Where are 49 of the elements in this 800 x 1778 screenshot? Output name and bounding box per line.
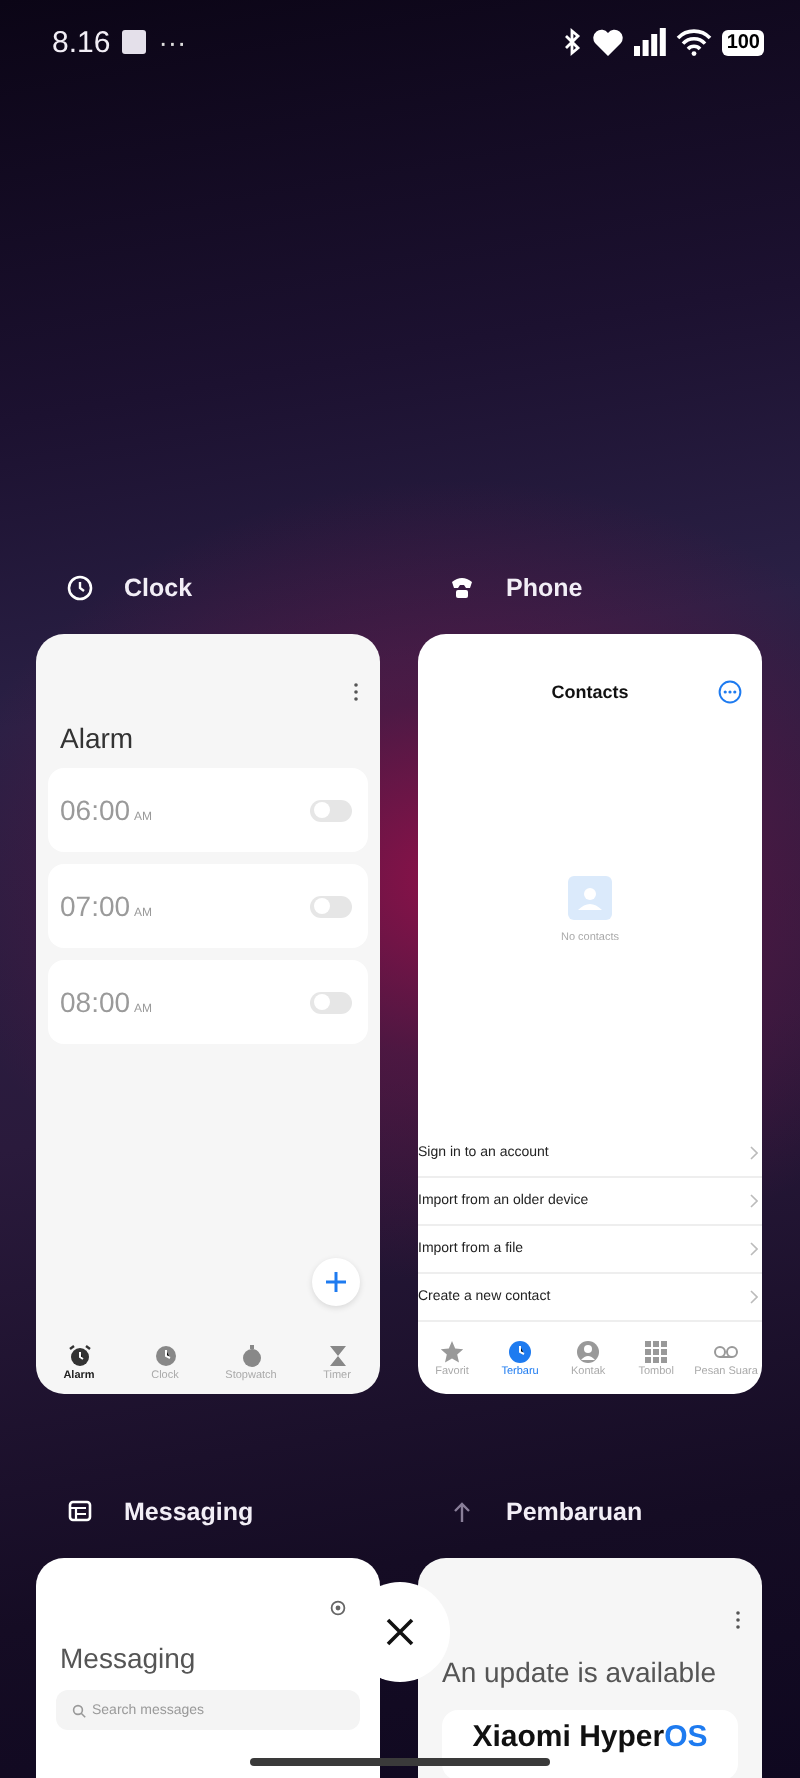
alarm-clock-icon [67,1343,91,1367]
clock-icon [153,1343,177,1367]
contact-card-icon [568,876,612,920]
chevron-right-icon [750,1146,758,1160]
heart-icon [592,28,625,56]
alarm-time: 06:00 [60,794,131,826]
more-options-icon [352,682,360,702]
toggle-switch[interactable] [310,799,352,821]
clock-time: 8.16 [52,25,111,59]
chevron-right-icon [750,1242,758,1256]
app-title: Phone [506,574,583,602]
brand-logo-text: Xiaomi HyperOS [472,1720,708,1756]
phone-app-icon [448,574,476,602]
search-icon [72,1703,86,1717]
stopwatch-icon [239,1343,263,1367]
hourglass-icon [325,1343,349,1367]
battery-level: 100 [722,29,764,55]
app-title: Pembaruan [506,1498,643,1526]
chevron-right-icon [750,1290,758,1304]
plus-icon [326,1272,346,1292]
more-options-icon [734,1610,742,1630]
app-title: Clock [124,574,193,602]
keypad-icon [644,1339,669,1363]
star-icon [440,1339,465,1363]
clock-icon [508,1339,533,1363]
screen-title: Contacts [551,682,629,702]
home-indicator[interactable] [250,1758,550,1766]
person-icon [576,1339,601,1363]
more-options-icon [718,680,742,704]
app-title: Messaging [124,1498,254,1526]
chat-icon [66,1498,94,1526]
more-notifications-text: ··· [158,26,187,58]
clock-icon [66,574,94,602]
add-button[interactable] [312,1258,360,1306]
settings-icon [330,1600,346,1616]
notification-square-icon [122,30,147,54]
screen-heading: Messaging [58,1640,198,1676]
chevron-right-icon [750,1194,758,1208]
screen-heading: An update is available [440,1654,718,1690]
app-preview-card[interactable]: An update is available Xiaomi HyperOS [418,1558,762,1778]
toggle-switch[interactable] [310,991,352,1013]
close-icon [386,1618,414,1646]
alarm-time: 07:00 [60,890,131,922]
screen-heading: Alarm [58,720,136,756]
alarm-time: 08:00 [60,986,131,1018]
toggle-switch[interactable] [310,895,352,917]
bluetooth-icon [564,28,583,56]
wifi-icon [676,28,713,56]
signal-icon [634,28,667,56]
